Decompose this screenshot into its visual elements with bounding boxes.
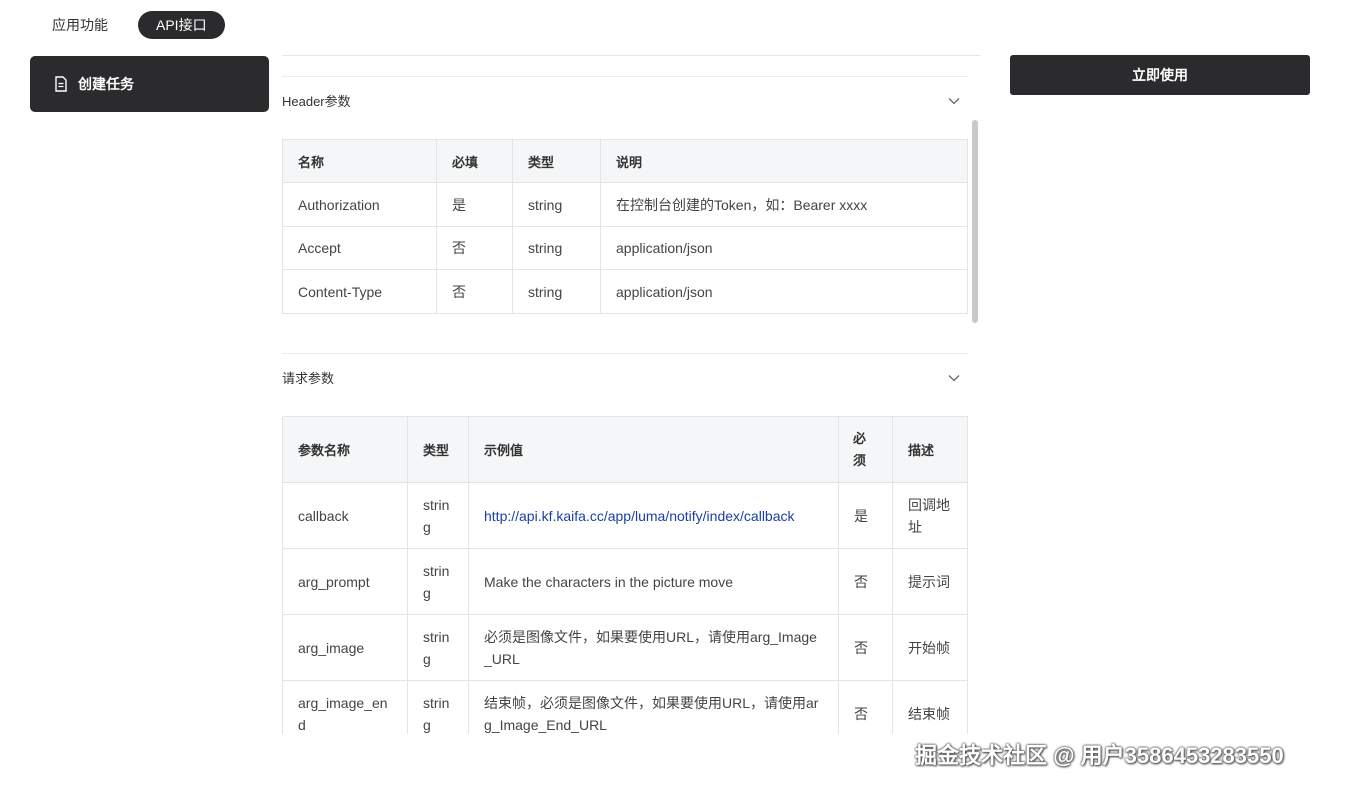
table-cell: 是 <box>436 182 513 227</box>
table-cell: application/json <box>600 269 968 314</box>
section-title: 请求参数 <box>282 371 335 386</box>
table-cell: 回调地址 <box>892 482 968 549</box>
table-cell: arg_image_end <box>282 680 408 734</box>
table-cell: 否 <box>838 548 893 615</box>
table-cell: string <box>407 482 469 549</box>
table-cell: string <box>512 226 601 270</box>
table-cell: 结束帧，必须是图像文件，如果要使用URL，请使用arg_Image_End_UR… <box>468 680 839 734</box>
table-row: Authorization 是 string 在控制台创建的Token，如：Be… <box>282 182 968 227</box>
document-icon <box>55 76 67 92</box>
watermark: 掘金技术社区 @ 用户3586453283550 <box>915 743 1284 768</box>
table-cell: arg_image <box>282 614 408 681</box>
table-cell: 开始帧 <box>892 614 968 681</box>
table-cell: 必须是图像文件，如果要使用URL，请使用arg_Image_URL <box>468 614 839 681</box>
table-row: arg_image string 必须是图像文件，如果要使用URL，请使用arg… <box>282 614 968 681</box>
tab-api[interactable]: API接口 <box>138 11 225 39</box>
page: 应用功能 API接口 创建任务 立即使用 Header参数 名称 必填 类型 说… <box>0 0 1355 790</box>
table-cell: 结束帧 <box>892 680 968 734</box>
request-params-table: 参数名称 类型 示例值 必须 描述 callback string http:/… <box>282 416 968 734</box>
column-header: 必填 <box>436 139 513 183</box>
column-header: 描述 <box>892 416 968 483</box>
table-row: Content-Type 否 string application/json <box>282 269 968 314</box>
column-header: 参数名称 <box>282 416 408 483</box>
header-params-section-toggle[interactable]: Header参数 <box>282 76 968 124</box>
table-cell: string <box>512 182 601 227</box>
column-header: 类型 <box>512 139 601 183</box>
table-cell: Accept <box>282 226 437 270</box>
table-cell: string <box>407 680 469 734</box>
table-row: callback string http://api.kf.kaifa.cc/a… <box>282 482 968 549</box>
table-cell: 否 <box>436 269 513 314</box>
content-scrollbar[interactable] <box>972 120 978 323</box>
sidebar-item-label: 创建任务 <box>78 76 134 92</box>
table-cell: 否 <box>838 614 893 681</box>
table-header-row: 名称 必填 类型 说明 <box>282 139 968 183</box>
section-title: Header参数 <box>282 94 351 109</box>
chevron-down-icon <box>948 97 960 104</box>
use-now-button[interactable]: 立即使用 <box>1010 55 1310 95</box>
table-cell: arg_prompt <box>282 548 408 615</box>
table-row: arg_prompt string Make the characters in… <box>282 548 968 615</box>
table-cell: 否 <box>436 226 513 270</box>
table-cell: Content-Type <box>282 269 437 314</box>
table-cell: Make the characters in the picture move <box>468 548 839 615</box>
column-header: 示例值 <box>468 416 839 483</box>
column-header: 类型 <box>407 416 469 483</box>
api-doc-content: Header参数 名称 必填 类型 说明 Authorization 是 str… <box>282 76 968 734</box>
table-cell: string <box>407 614 469 681</box>
chevron-down-icon <box>948 374 960 381</box>
request-params-section-toggle[interactable]: 请求参数 <box>282 353 968 401</box>
divider <box>282 55 980 56</box>
column-header: 说明 <box>600 139 968 183</box>
table-cell: 是 <box>838 482 893 549</box>
table-row: Accept 否 string application/json <box>282 226 968 270</box>
table-row: arg_image_end string 结束帧，必须是图像文件，如果要使用UR… <box>282 680 968 734</box>
table-cell: application/json <box>600 226 968 270</box>
column-header: 名称 <box>282 139 437 183</box>
table-cell: string <box>512 269 601 314</box>
table-cell: 否 <box>838 680 893 734</box>
column-header: 必须 <box>838 416 893 483</box>
sidebar-item-create-task[interactable]: 创建任务 <box>30 56 269 112</box>
table-cell: callback <box>282 482 408 549</box>
table-cell: Authorization <box>282 182 437 227</box>
callback-url-link[interactable]: http://api.kf.kaifa.cc/app/luma/notify/i… <box>468 482 839 549</box>
table-cell: 在控制台创建的Token，如：Bearer xxxx <box>600 182 968 227</box>
header-params-table: 名称 必填 类型 说明 Authorization 是 string 在控制台创… <box>282 139 968 314</box>
table-header-row: 参数名称 类型 示例值 必须 描述 <box>282 416 968 483</box>
table-cell: 提示词 <box>892 548 968 615</box>
table-cell: string <box>407 548 469 615</box>
tab-app-features[interactable]: 应用功能 <box>34 11 126 39</box>
